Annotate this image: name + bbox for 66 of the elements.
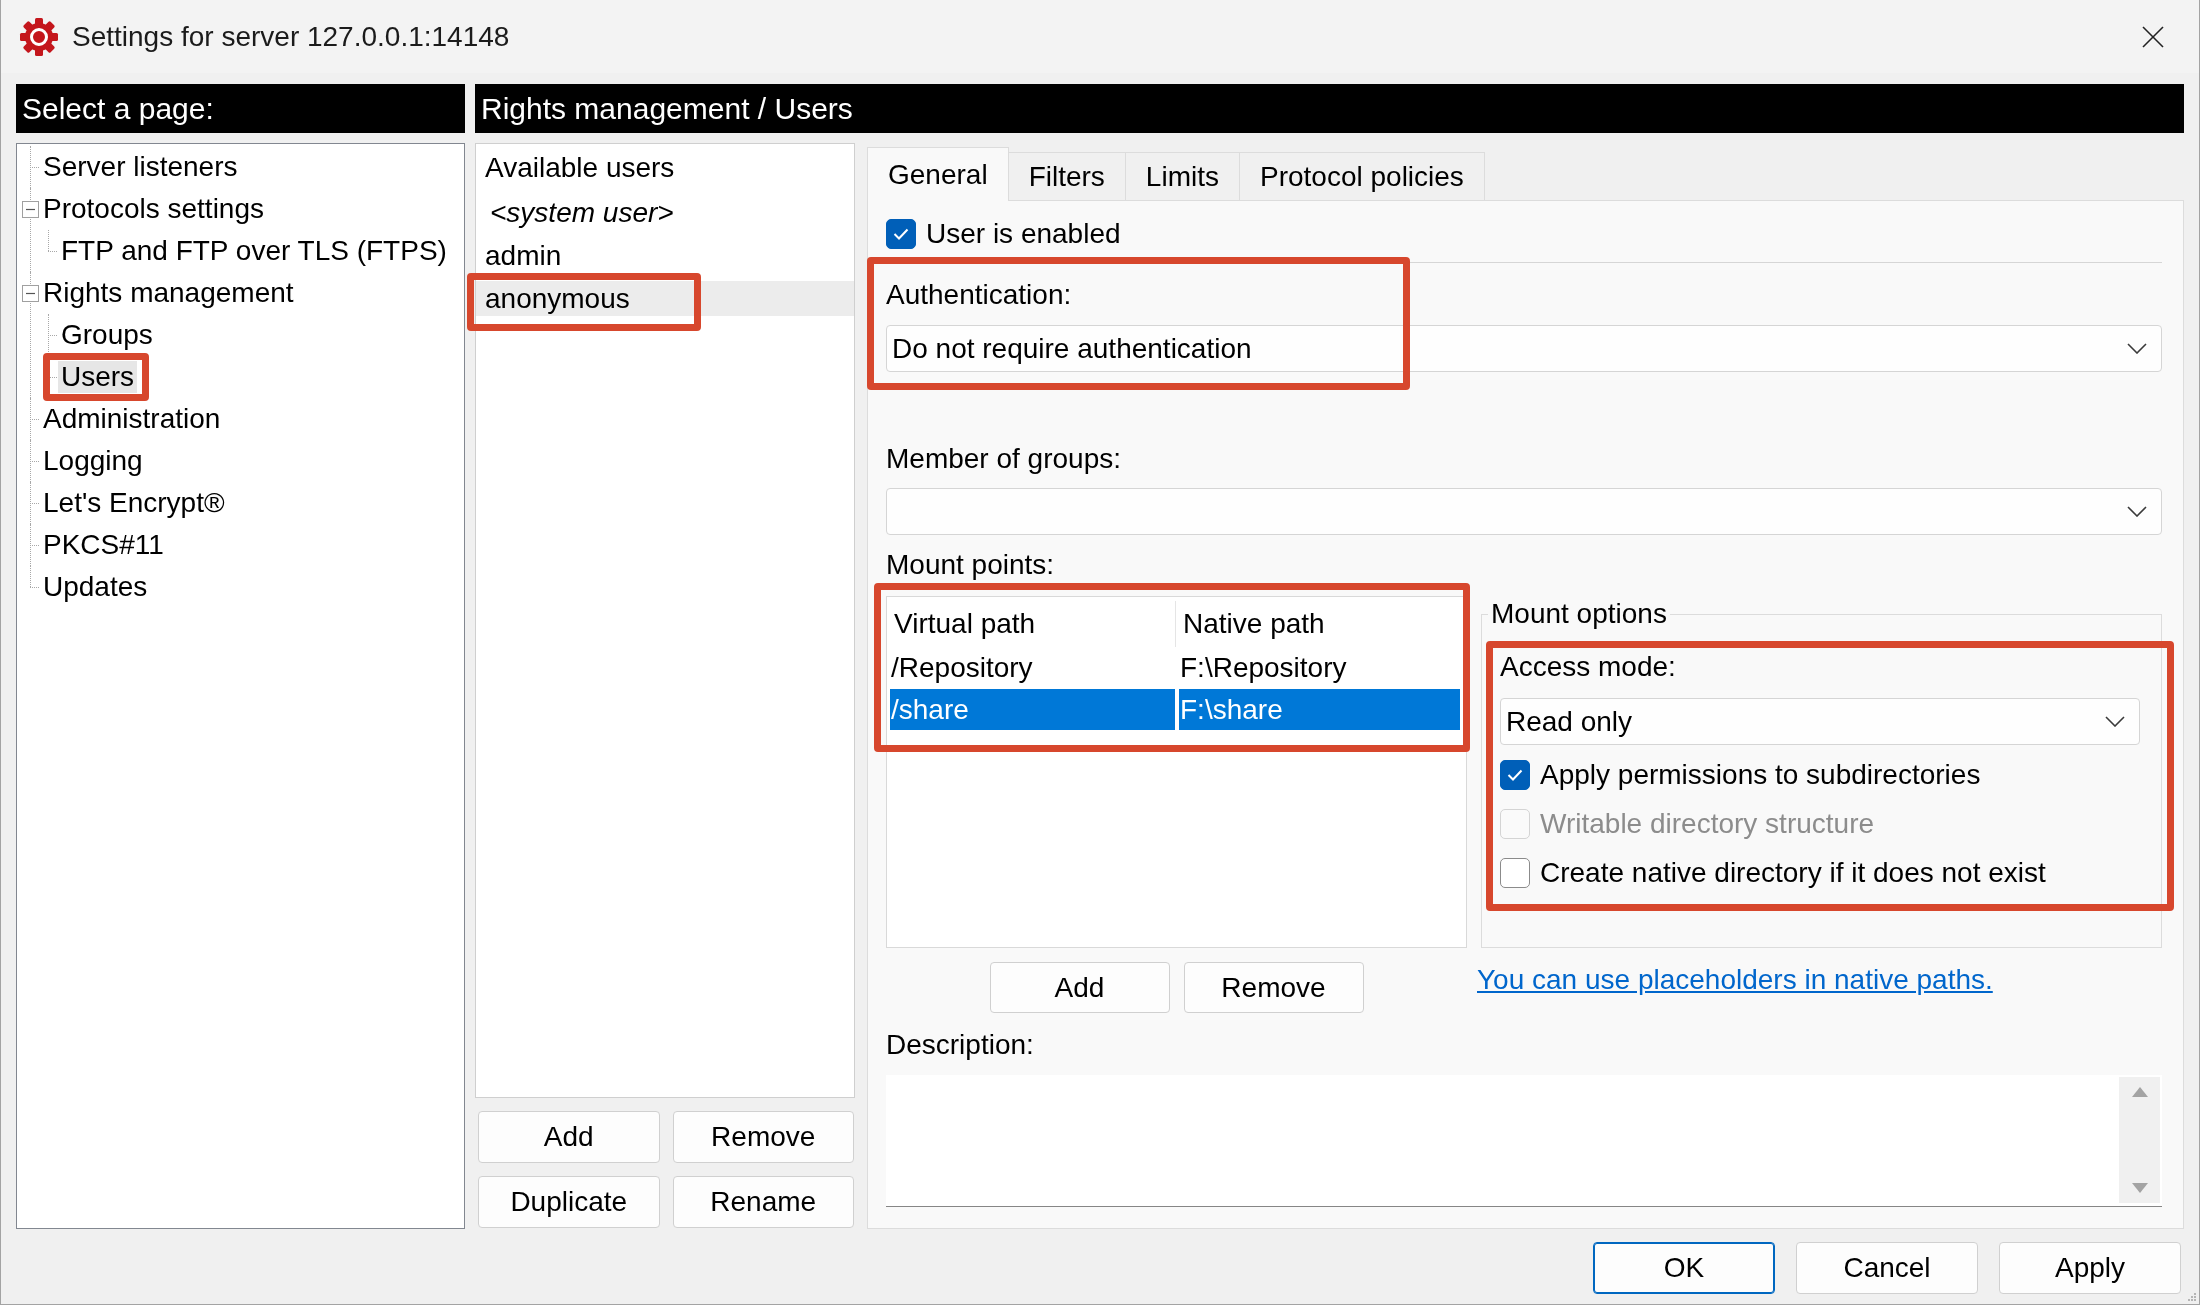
user-action-button[interactable]: Rename	[672, 1176, 854, 1228]
close-icon[interactable]	[2142, 25, 2164, 48]
user-action-button[interactable]: Duplicate	[478, 1176, 660, 1228]
groups-dropdown[interactable]	[886, 488, 2162, 535]
dialog-button[interactable]: Cancel	[1796, 1242, 1978, 1294]
dialog-button[interactable]: Apply	[1999, 1242, 2181, 1294]
tree-item[interactable]: Logging	[40, 445, 146, 477]
tree-item[interactable]: Users	[58, 361, 138, 393]
user-list-item[interactable]: <system user>	[476, 195, 854, 230]
resize-grip-icon[interactable]	[2187, 1292, 2196, 1301]
column-header[interactable]: Virtual path	[887, 601, 1175, 647]
field-label: Access mode:	[1500, 650, 1677, 684]
window-title: Settings for server 127.0.0.1:14148	[72, 20, 511, 53]
mount-action-button[interactable]: Add	[989, 962, 1170, 1013]
tree-item[interactable]: FTP and FTP over TLS (FTPS)	[58, 235, 450, 267]
placeholders-link[interactable]: You can use placeholders in native paths.	[1477, 962, 1993, 998]
authentication-dropdown[interactable]: Do not require authentication	[886, 325, 2162, 372]
checkbox[interactable]	[1500, 858, 1530, 888]
list-header: Available users	[484, 150, 676, 185]
tree-item[interactable]: Server listeners	[40, 151, 241, 183]
tree-item[interactable]: Rights management	[40, 277, 297, 309]
user-action-button[interactable]: Add	[478, 1111, 660, 1163]
gear-logo-icon	[19, 16, 59, 57]
checkbox[interactable]	[1500, 760, 1530, 790]
scroll-down-icon[interactable]	[2131, 1183, 2148, 1193]
user-list-item[interactable]: anonymous	[476, 281, 854, 316]
chevron-down-icon	[2105, 716, 2125, 727]
table-cell[interactable]: /share	[890, 689, 1175, 730]
table-cell[interactable]: /Repository	[890, 647, 1175, 688]
field-label: Member of groups:	[886, 442, 1122, 476]
user-action-button[interactable]: Remove	[672, 1111, 854, 1163]
section-header: Rights management / Users	[475, 84, 2184, 133]
tree-item[interactable]: Let's Encrypt®	[40, 487, 228, 519]
checkbox-label: Writable directory structure	[1540, 808, 1875, 840]
checkmark-icon	[1507, 769, 1523, 781]
scrollbar[interactable]	[2119, 1077, 2160, 1203]
user-list-item[interactable]: admin	[476, 238, 854, 273]
scroll-up-icon[interactable]	[2131, 1087, 2148, 1097]
tab[interactable]: Protocol policies	[1239, 152, 1485, 200]
group-title: Mount options	[1490, 597, 1668, 631]
checkbox[interactable]	[886, 219, 916, 249]
table-cell[interactable]: F:\Repository	[1179, 647, 1460, 688]
description-field[interactable]	[886, 1075, 2162, 1207]
checkmark-icon	[893, 228, 909, 240]
tree-item[interactable]: Groups	[58, 319, 156, 351]
tab[interactable]: General	[867, 147, 1009, 201]
tree-item[interactable]: Updates	[40, 571, 151, 603]
collapse-icon[interactable]	[22, 284, 39, 302]
chevron-down-icon	[2127, 506, 2147, 517]
access-mode-dropdown[interactable]: Read only	[1500, 698, 2140, 745]
table-cell[interactable]: F:\share	[1179, 689, 1460, 730]
chevron-down-icon	[2127, 343, 2147, 354]
tree-item[interactable]: Protocols settings	[40, 193, 267, 225]
field-label: Authentication:	[886, 278, 1073, 312]
checkbox-label: User is enabled	[926, 218, 1121, 250]
column-header[interactable]: Native path	[1175, 601, 1460, 647]
collapse-icon[interactable]	[22, 200, 39, 218]
dialog-button[interactable]: OK	[1593, 1242, 1775, 1294]
checkbox-label: Create native directory if it does not exist	[1540, 857, 2046, 889]
field-label: Mount points:	[886, 548, 1056, 582]
tree-item[interactable]: Administration	[40, 403, 224, 435]
mount-action-button[interactable]: Remove	[1183, 962, 1364, 1013]
field-label: Description:	[886, 1028, 1035, 1062]
tree-item[interactable]: PKCS#11	[40, 529, 167, 561]
checkbox-label: Apply permissions to subdirectories	[1540, 759, 1981, 791]
section-header: Select a page:	[16, 84, 465, 133]
